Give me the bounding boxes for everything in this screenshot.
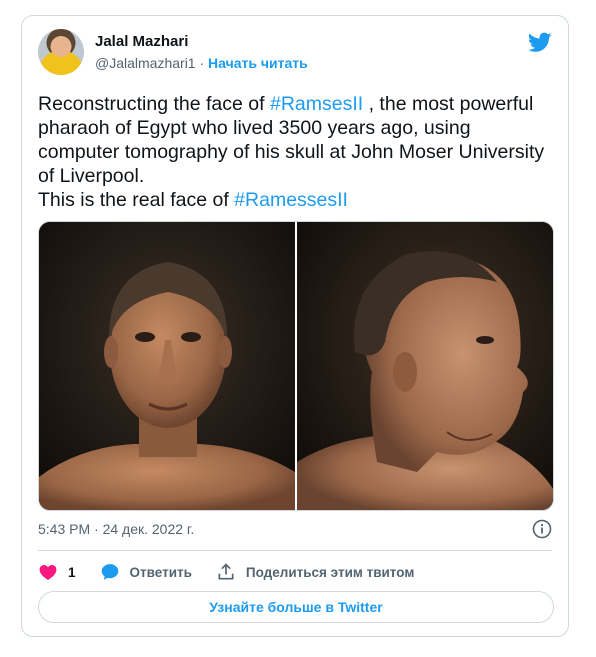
profile-face-illustration — [297, 222, 553, 510]
photo-profile-face[interactable] — [297, 222, 553, 510]
hashtag-ramses[interactable]: #RamsesII — [270, 93, 363, 115]
reply-bubble-icon — [101, 564, 118, 580]
tweet-text-part-3: This is the real face of — [38, 189, 235, 211]
follow-button[interactable]: Начать читать — [208, 55, 308, 71]
learn-more-button[interactable]: Узнайте больше в Twitter — [38, 591, 554, 623]
like-count: 1 — [68, 564, 76, 580]
share-button[interactable]: Поделиться этим твитом — [216, 562, 414, 582]
info-icon[interactable] — [532, 519, 552, 539]
share-label: Поделиться этим твитом — [245, 564, 415, 580]
tweet-actions: 1 Ответить Поделиться этим твитом — [38, 562, 438, 582]
handle-separator: · — [199, 55, 205, 71]
hashtag-ramesses[interactable]: #RamessesII — [234, 189, 348, 211]
tweet-timestamp[interactable]: 5:43 PM · 24 дек. 2022 г. — [38, 521, 194, 537]
author-name[interactable]: Jalal Mazhari — [95, 33, 188, 50]
author-handle-row: @Jalalmazhari1 · Начать читать — [95, 55, 308, 71]
reply-button[interactable]: Ответить — [100, 562, 192, 582]
twitter-bird-icon[interactable] — [528, 30, 552, 54]
like-button[interactable]: 1 — [38, 562, 76, 582]
photo-front-face[interactable] — [39, 222, 297, 510]
share-icon — [218, 563, 234, 580]
author-avatar[interactable] — [38, 29, 84, 75]
tweet-text-part-1: Reconstructing the face of — [38, 93, 270, 115]
reply-label: Ответить — [129, 564, 192, 580]
heart-icon — [39, 565, 57, 580]
tweet-text: Reconstructing the face of #RamsesII , t… — [38, 92, 554, 212]
author-handle[interactable]: @Jalalmazhari1 — [95, 55, 196, 71]
divider — [38, 550, 552, 551]
tweet-card: Jalal Mazhari @Jalalmazhari1 · Начать чи… — [21, 15, 569, 637]
front-face-illustration — [39, 222, 295, 510]
tweet-media — [38, 221, 554, 511]
